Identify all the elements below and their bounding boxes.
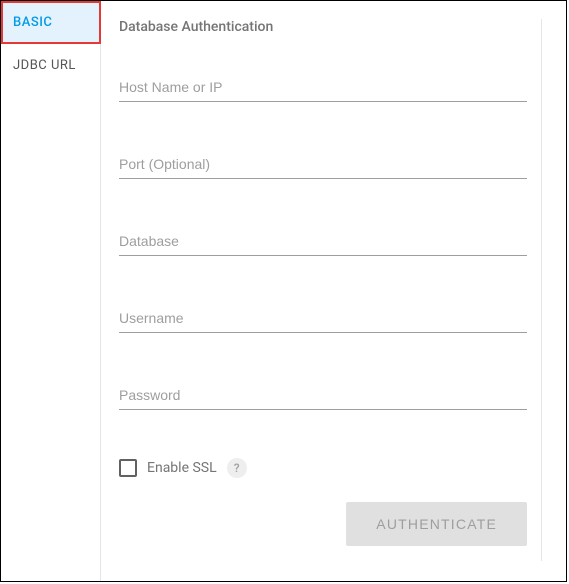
field-port	[119, 150, 527, 179]
panel-title: Database Authentication	[119, 19, 527, 35]
enable-ssl-checkbox[interactable]	[119, 459, 137, 477]
main-panel: Database Authentication	[101, 1, 566, 581]
ssl-row: Enable SSL ?	[119, 458, 527, 478]
main-inner: Database Authentication	[119, 19, 542, 561]
username-input[interactable]	[119, 304, 527, 333]
password-input[interactable]	[119, 381, 527, 410]
host-input[interactable]	[119, 73, 527, 102]
database-input[interactable]	[119, 227, 527, 256]
help-icon[interactable]: ?	[227, 458, 247, 478]
field-password	[119, 381, 527, 410]
field-database	[119, 227, 527, 256]
field-username	[119, 304, 527, 333]
dialog-container: BASIC JDBC URL Database Authentication	[0, 0, 567, 582]
authenticate-button[interactable]: AUTHENTICATE	[346, 502, 527, 546]
button-row: AUTHENTICATE	[119, 502, 527, 546]
tab-jdbc-url[interactable]: JDBC URL	[1, 44, 100, 87]
sidebar: BASIC JDBC URL	[1, 1, 101, 581]
port-input[interactable]	[119, 150, 527, 179]
field-host	[119, 73, 527, 102]
tab-basic[interactable]: BASIC	[1, 1, 100, 44]
enable-ssl-label: Enable SSL	[147, 460, 217, 476]
